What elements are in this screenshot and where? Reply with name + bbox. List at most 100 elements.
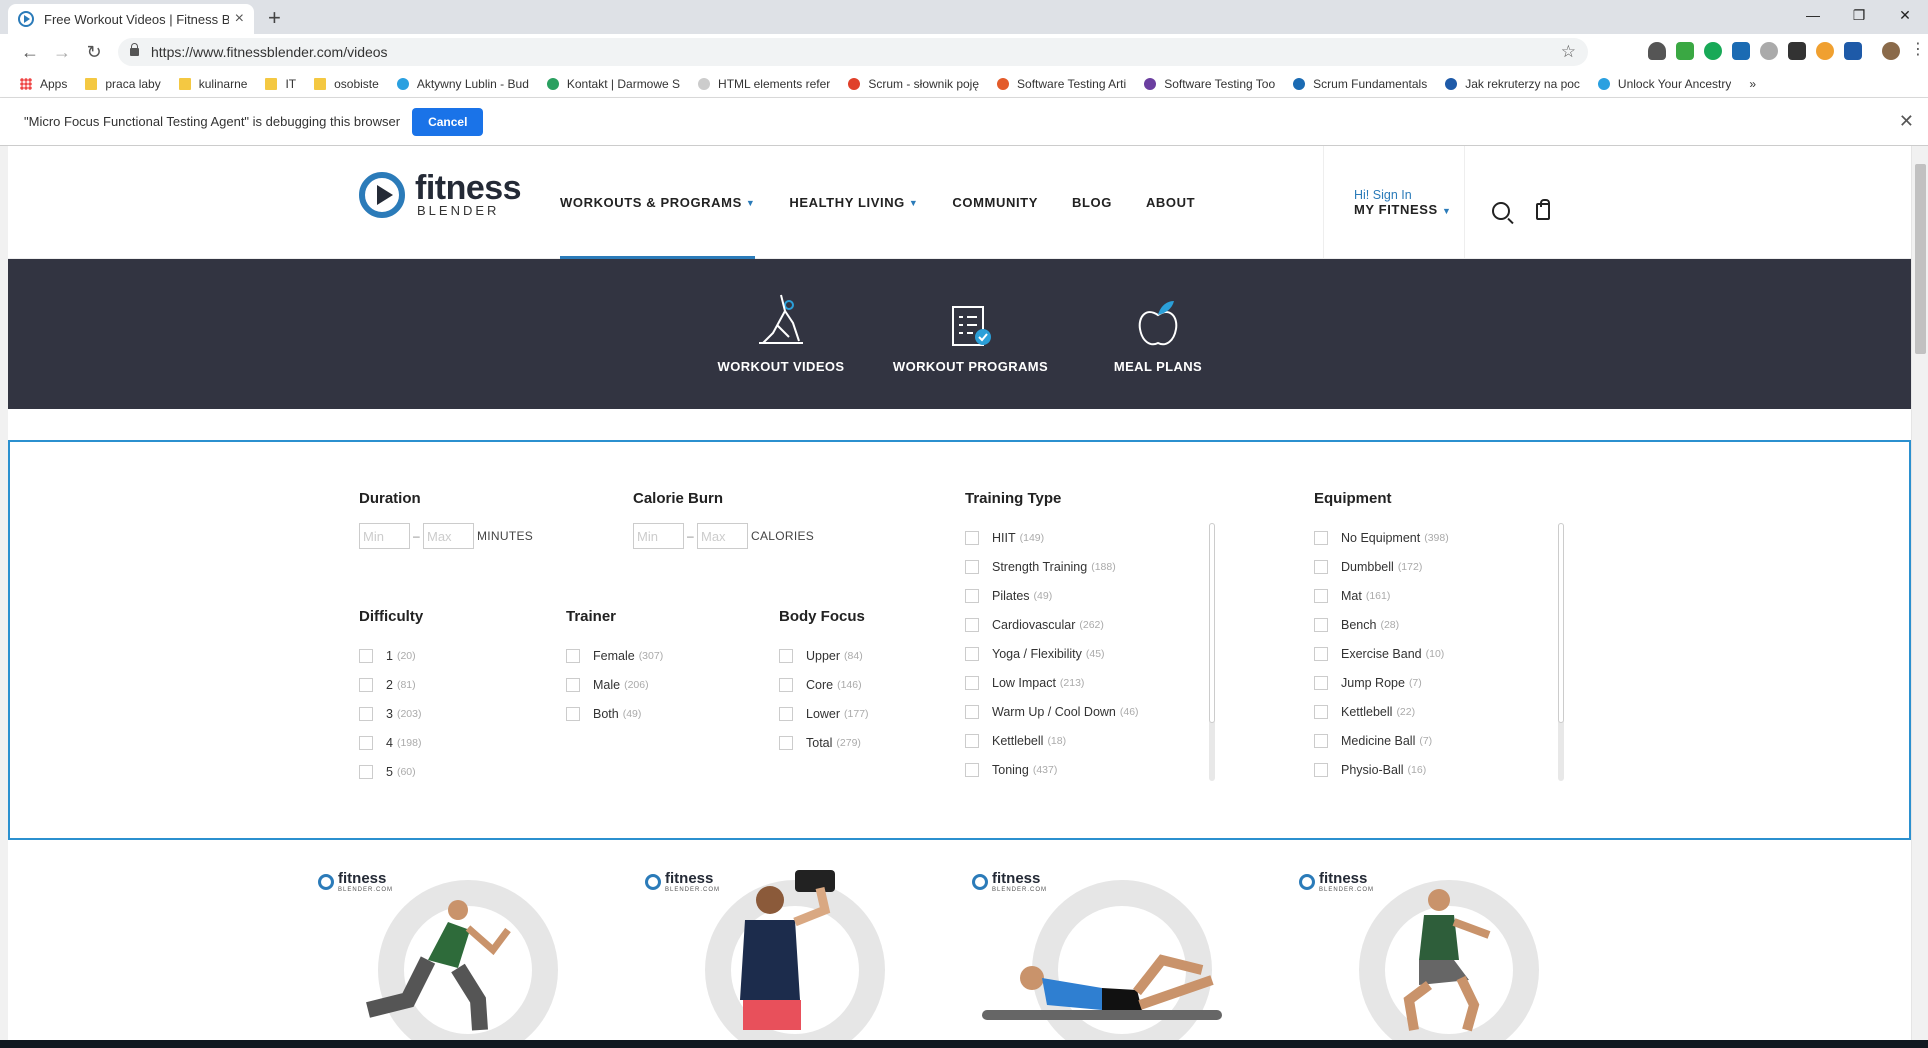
checkbox[interactable]	[965, 733, 979, 748]
difficulty-option[interactable]: 2 (81)	[359, 670, 423, 699]
video-card[interactable]: fitness BLENDER.COM	[1289, 860, 1608, 1040]
checkbox[interactable]	[965, 762, 979, 777]
body-focus-option[interactable]: Total (279)	[779, 728, 869, 757]
duration-max-input[interactable]	[422, 523, 474, 549]
bookmark-item[interactable]: Scrum Fundamentals	[1293, 77, 1427, 91]
body-focus-option[interactable]: Upper (84)	[779, 641, 869, 670]
bookmark-item[interactable]: HTML elements refer	[698, 77, 830, 91]
difficulty-option[interactable]: 3 (203)	[359, 699, 423, 728]
shield-extension-icon[interactable]	[1648, 42, 1666, 60]
training-type-option[interactable]: Toning (437)	[965, 755, 1225, 783]
video-card[interactable]: fitness BLENDER.COM	[308, 860, 627, 1040]
bookmark-item[interactable]: Kontakt | Darmowe S	[546, 77, 680, 91]
equipment-option[interactable]: Exercise Band (10)	[1314, 639, 1574, 668]
url-field[interactable]: https://www.fitnessblender.com/videos ☆	[118, 38, 1588, 66]
minimize-button[interactable]: —	[1790, 0, 1836, 30]
notes-extension-icon[interactable]	[1788, 42, 1806, 60]
training-type-option[interactable]: Kettlebell (18)	[965, 726, 1225, 755]
training-type-option[interactable]: Cardiovascular (262)	[965, 610, 1225, 639]
nav-item-workouts-programs[interactable]: WORKOUTS & PROGRAMS ▼	[560, 146, 756, 259]
checkbox[interactable]	[1314, 559, 1328, 574]
color-extension-icon[interactable]	[1816, 42, 1834, 60]
checkbox[interactable]	[359, 648, 373, 663]
training-type-scrollbar[interactable]	[1209, 523, 1215, 781]
equipment-option[interactable]: Kettlebell (22)	[1314, 697, 1574, 726]
checkbox[interactable]	[1314, 530, 1328, 545]
calorie-max-input[interactable]	[696, 523, 748, 549]
restore-button[interactable]: ❐	[1836, 0, 1882, 30]
bookmarks-more-icon[interactable]: »	[1749, 77, 1756, 91]
debug-cancel-button[interactable]: Cancel	[412, 107, 484, 136]
training-type-option[interactable]: Yoga / Flexibility (45)	[965, 639, 1225, 668]
equipment-option[interactable]: No Equipment (398)	[1314, 523, 1574, 552]
checkbox[interactable]	[1314, 733, 1328, 748]
my-fitness-menu[interactable]: MY FITNESS ▼	[1354, 202, 1464, 217]
checkbox[interactable]	[779, 677, 793, 692]
meal-plans-link[interactable]: MEAL PLANS	[1108, 293, 1208, 374]
video-card[interactable]: fitness BLENDER.COM	[635, 860, 954, 1040]
reload-icon[interactable]: ↻	[78, 42, 110, 63]
tab-close-icon[interactable]: ×	[235, 10, 244, 28]
checkbox[interactable]	[965, 704, 979, 719]
checkbox[interactable]	[965, 675, 979, 690]
trainer-option[interactable]: Both (49)	[566, 699, 663, 728]
checkbox[interactable]	[1314, 675, 1328, 690]
user-menu[interactable]: Hi! Sign In MY FITNESS ▼	[1323, 146, 1465, 259]
equipment-option[interactable]: Physio-Ball (16)	[1314, 755, 1574, 783]
checkbox[interactable]	[1314, 646, 1328, 661]
checkbox[interactable]	[359, 677, 373, 692]
checkbox[interactable]	[566, 648, 580, 663]
drive-extension-icon[interactable]	[1844, 42, 1862, 60]
search-icon[interactable]	[1492, 202, 1510, 220]
difficulty-option[interactable]: 1 (20)	[359, 641, 423, 670]
browser-tab[interactable]: Free Workout Videos | Fitness Ble ×	[8, 4, 254, 34]
excel-extension-icon[interactable]	[1676, 42, 1694, 60]
checkbox[interactable]	[965, 617, 979, 632]
video-card[interactable]: fitness BLENDER.COM	[962, 860, 1281, 1040]
trainer-option[interactable]: Male (206)	[566, 670, 663, 699]
tool-extension-icon[interactable]	[1732, 42, 1750, 60]
checkbox[interactable]	[965, 559, 979, 574]
profile-avatar[interactable]	[1882, 42, 1900, 60]
duration-min-input[interactable]	[359, 523, 410, 549]
equipment-option[interactable]: Bench (28)	[1314, 610, 1574, 639]
checkbox[interactable]	[965, 588, 979, 603]
nav-item-community[interactable]: COMMUNITY	[952, 146, 1038, 259]
checkbox[interactable]	[779, 706, 793, 721]
equipment-scrollbar[interactable]	[1558, 523, 1564, 781]
bookmark-item[interactable]: Apps	[20, 77, 67, 91]
sign-in-link[interactable]: Hi! Sign In	[1354, 188, 1464, 202]
bookmark-item[interactable]: kulinarne	[178, 77, 247, 91]
checkbox[interactable]	[566, 677, 580, 692]
equipment-option[interactable]: Dumbbell (172)	[1314, 552, 1574, 581]
equipment-option[interactable]: Medicine Ball (7)	[1314, 726, 1574, 755]
workout-programs-link[interactable]: WORKOUT PROGRAMS	[888, 293, 1053, 374]
bookmark-item[interactable]: praca laby	[85, 77, 161, 91]
body-focus-option[interactable]: Lower (177)	[779, 699, 869, 728]
bookmark-item[interactable]: Jak rekruterzy na poc	[1445, 77, 1580, 91]
equipment-option[interactable]: Jump Rope (7)	[1314, 668, 1574, 697]
site-logo[interactable]: fitness BLENDER	[359, 171, 522, 218]
difficulty-option[interactable]: 4 (198)	[359, 728, 423, 757]
checkbox[interactable]	[359, 735, 373, 750]
training-type-option[interactable]: Low Impact (213)	[965, 668, 1225, 697]
checkbox[interactable]	[779, 735, 793, 750]
bookmark-star-icon[interactable]: ☆	[1561, 42, 1576, 62]
bookmark-item[interactable]: Scrum - słownik poję	[848, 77, 979, 91]
cloud-extension-icon[interactable]	[1760, 42, 1778, 60]
menu-dots-icon[interactable]: ⋮	[1910, 42, 1926, 60]
body-focus-option[interactable]: Core (146)	[779, 670, 869, 699]
checkbox[interactable]	[1314, 704, 1328, 719]
new-tab-button[interactable]: +	[268, 5, 281, 31]
nav-item-about[interactable]: ABOUT	[1146, 146, 1195, 259]
checkbox[interactable]	[779, 648, 793, 663]
close-window-button[interactable]: ✕	[1882, 0, 1928, 30]
checkbox[interactable]	[965, 646, 979, 661]
bookmark-item[interactable]: Unlock Your Ancestry	[1597, 77, 1731, 91]
page-scrollbar[interactable]	[1911, 146, 1928, 1040]
training-type-option[interactable]: Warm Up / Cool Down (46)	[965, 697, 1225, 726]
bookmark-item[interactable]: Software Testing Arti	[997, 77, 1126, 91]
calorie-min-input[interactable]	[633, 523, 684, 549]
training-type-option[interactable]: HIIT (149)	[965, 523, 1225, 552]
trainer-option[interactable]: Female (307)	[566, 641, 663, 670]
